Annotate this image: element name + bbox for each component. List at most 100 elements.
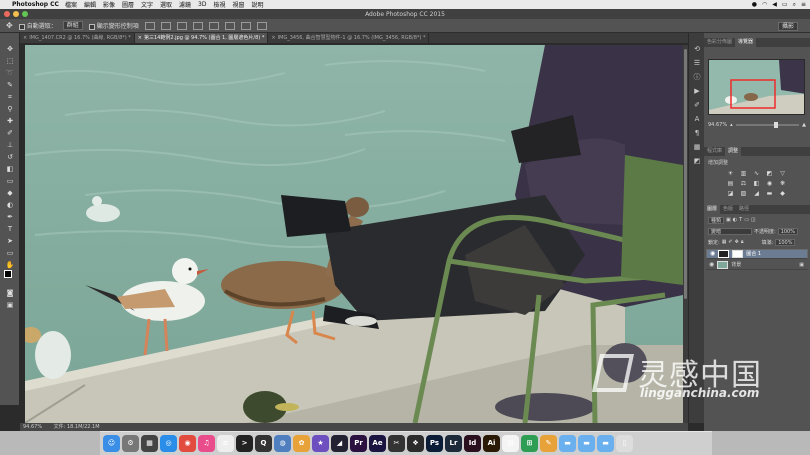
menu-list-icon[interactable]: ≡ xyxy=(801,1,806,8)
auto-select-dropdown[interactable]: 群組 xyxy=(62,21,83,30)
menu-app-name[interactable]: Photoshop CC xyxy=(12,1,59,8)
battery-icon[interactable]: ▭ xyxy=(782,1,788,8)
aftereffects-icon[interactable]: Ae xyxy=(369,435,386,452)
tab-adjustments[interactable]: 調整 xyxy=(725,147,742,156)
screen-mode-icon[interactable]: ▣ xyxy=(5,301,15,309)
exposure-icon[interactable]: ◩ xyxy=(765,170,774,178)
zoom-readout[interactable]: 94.67% xyxy=(23,424,42,430)
tab-paths[interactable]: 路徑 xyxy=(736,205,752,214)
blur-tool-icon[interactable]: ◆ xyxy=(5,189,15,197)
layer-name[interactable]: 圖合 1 xyxy=(746,250,761,258)
tab-navigator[interactable]: 導覽器 xyxy=(735,38,757,47)
menu-select[interactable]: 選取 xyxy=(160,0,172,9)
clone-stamp-tool-icon[interactable]: ⊥ xyxy=(5,141,15,149)
mask-thumbnail[interactable] xyxy=(732,250,744,258)
lasso-tool-icon[interactable]: ➰ xyxy=(5,69,15,77)
blend-mode-dropdown[interactable]: 變暗 xyxy=(708,227,752,235)
gradient-tool-icon[interactable]: ▭ xyxy=(5,177,15,185)
align-left-icon[interactable] xyxy=(192,21,203,30)
filter-type-icon[interactable]: T xyxy=(739,217,742,223)
finder-icon[interactable]: ☺ xyxy=(103,435,120,452)
imovie-icon[interactable]: ★ xyxy=(312,435,329,452)
indesign-icon[interactable]: Id xyxy=(464,435,481,452)
lightroom-icon[interactable]: Lr xyxy=(445,435,462,452)
curves-icon[interactable]: ∿ xyxy=(752,170,761,178)
sheets-icon[interactable]: ⊞ xyxy=(521,435,538,452)
foreground-color-swatch[interactable] xyxy=(4,270,12,278)
zoom-out-icon[interactable]: ▴ xyxy=(730,122,733,128)
doc-tab-active[interactable]: × 第三14範例2.jpg @ 94.7% (圖合 1, 圖層遮色片/8) * xyxy=(134,33,269,43)
premiere-icon[interactable]: Pr xyxy=(350,435,367,452)
gradient-map-icon[interactable]: ▬ xyxy=(765,190,774,198)
path-select-tool-icon[interactable]: ➤ xyxy=(5,237,15,245)
notes-icon[interactable]: ≡ xyxy=(217,435,234,452)
lock-all-icon[interactable]: 🔒︎ xyxy=(741,239,744,245)
navigator-zoom-slider[interactable] xyxy=(735,122,800,128)
3d-mode-icon[interactable] xyxy=(256,21,267,30)
wifi-icon[interactable]: ◠ xyxy=(762,1,767,8)
align-bottom-icon[interactable] xyxy=(176,21,187,30)
photoshop-icon[interactable]: Ps xyxy=(426,435,443,452)
move-tool-icon[interactable]: ✥ xyxy=(5,45,15,53)
layer-row[interactable]: ◉ 圖合 1 xyxy=(706,249,808,259)
quicktime-icon[interactable]: Q xyxy=(255,435,272,452)
navigator-thumbnail[interactable] xyxy=(708,59,805,115)
channel-mixer-icon[interactable]: ❋ xyxy=(778,180,787,188)
itunes-icon[interactable]: ♫ xyxy=(198,435,215,452)
layer-filter-dropdown[interactable]: 種類 xyxy=(708,216,725,224)
photo-filter-icon[interactable]: ◉ xyxy=(765,180,774,188)
document-canvas[interactable] xyxy=(25,45,683,423)
align-middle-icon[interactable] xyxy=(160,21,171,30)
close-icon[interactable]: × xyxy=(138,35,142,41)
trash-icon[interactable]: ▯ xyxy=(616,435,633,452)
menu-view[interactable]: 檢視 xyxy=(213,0,225,9)
hand-tool-icon[interactable]: ✋ xyxy=(5,261,15,269)
filter-shape-icon[interactable]: ▭ xyxy=(744,217,749,223)
photos-icon[interactable]: ✿ xyxy=(293,435,310,452)
lock-paint-icon[interactable]: ✐ xyxy=(728,239,732,245)
brush-tool-icon[interactable]: ✐ xyxy=(5,129,15,137)
finalcut-icon[interactable]: ✂ xyxy=(388,435,405,452)
paragraph-icon[interactable]: ¶ xyxy=(692,129,702,138)
menu-edit[interactable]: 編輯 xyxy=(84,0,96,9)
preferences-icon[interactable]: ⚙ xyxy=(122,435,139,452)
zoom-in-icon[interactable]: ▲ xyxy=(802,122,806,128)
align-top-icon[interactable] xyxy=(144,21,155,30)
color-balance-icon[interactable]: ⚖ xyxy=(739,180,748,188)
vibrance-icon[interactable]: ▽ xyxy=(778,170,787,178)
eraser-tool-icon[interactable]: ◧ xyxy=(5,165,15,173)
info-icon[interactable]: ⓘ xyxy=(692,73,702,82)
show-transform-checkbox[interactable]: 顯示變形控制項 xyxy=(88,21,139,30)
globe-icon[interactable]: ◍ xyxy=(274,435,291,452)
properties-icon[interactable]: ☰ xyxy=(692,59,702,68)
davinci-icon[interactable]: ❖ xyxy=(407,435,424,452)
scrollbar-thumb[interactable] xyxy=(684,49,687,299)
calendar-icon[interactable]: ▤ xyxy=(502,435,519,452)
crop-tool-icon[interactable]: ⌗ xyxy=(5,93,15,101)
downloads-icon[interactable]: ▬ xyxy=(578,435,595,452)
fill-input[interactable]: 100% xyxy=(775,238,796,246)
workspace-dropdown[interactable]: 攝影 xyxy=(777,22,798,31)
tab-channels[interactable]: 色版 xyxy=(720,205,736,214)
search-icon[interactable]: ⌕ xyxy=(793,1,796,9)
lock-pixels-icon[interactable]: ▦ xyxy=(722,239,727,245)
auto-select-checkbox[interactable]: 自動選取： xyxy=(18,21,57,30)
quick-select-tool-icon[interactable]: ✎ xyxy=(5,81,15,89)
tab-libraries[interactable]: 程式庫 xyxy=(704,147,725,156)
filter-pixel-icon[interactable]: ▣ xyxy=(726,217,731,223)
doc-tab[interactable]: × IMG_3456, 曲合智慧型物件-1 @ 16.7% (IMG_3456, … xyxy=(268,33,430,43)
levels-icon[interactable]: ▥ xyxy=(739,170,748,178)
menu-layer[interactable]: 圖層 xyxy=(122,0,134,9)
history-icon[interactable]: ⟲ xyxy=(692,45,702,54)
brush-preset-icon[interactable]: ✐ xyxy=(692,101,702,110)
align-center-icon[interactable] xyxy=(208,21,219,30)
swatches-icon[interactable]: ▦ xyxy=(692,143,702,152)
posterize-icon[interactable]: ▨ xyxy=(739,190,748,198)
filter-smart-icon[interactable]: ◫ xyxy=(751,217,756,223)
quick-mask-icon[interactable]: ◙ xyxy=(5,289,15,297)
eye-icon[interactable]: ◉ xyxy=(710,250,715,258)
folder-icon[interactable]: ▬ xyxy=(597,435,614,452)
layer-name[interactable]: 背景 xyxy=(731,261,741,268)
menu-window[interactable]: 視窗 xyxy=(233,0,245,9)
illustrator-icon[interactable]: Ai xyxy=(483,435,500,452)
